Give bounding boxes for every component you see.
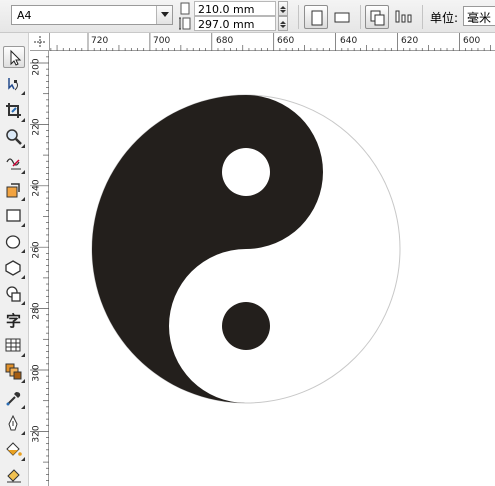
- vruler-label: 200: [31, 58, 42, 76]
- page-width-row: 210.0 mm: [178, 1, 290, 16]
- hruler-label: 660: [277, 36, 295, 46]
- horizontal-ruler[interactable]: 720 700 680 660 640 620 600: [50, 33, 495, 51]
- pointer-icon: [10, 49, 22, 66]
- smart-fill-tool[interactable]: [3, 179, 25, 201]
- rectangle-tool[interactable]: [3, 205, 25, 227]
- page-height-icon: [179, 17, 191, 30]
- eyedropper-tool[interactable]: [3, 387, 25, 409]
- property-bar: A4 210.0 mm 297.0 mm 单位: 毫米: [0, 0, 495, 33]
- vruler-label: 220: [31, 118, 42, 136]
- vruler-label: 240: [31, 179, 42, 197]
- zoom-tool[interactable]: [3, 126, 25, 148]
- all-pages-button[interactable]: [365, 5, 389, 29]
- fill-tool[interactable]: [3, 439, 25, 461]
- vruler-label: 320: [31, 425, 42, 443]
- units-dropdown[interactable]: 毫米: [463, 6, 495, 26]
- horizontal-ruler-ticks: [50, 33, 491, 51]
- text-tool-glyph: 字: [6, 312, 22, 330]
- polygon-tool[interactable]: [3, 257, 25, 279]
- height-spinner[interactable]: [278, 16, 288, 31]
- units-label: 单位:: [430, 11, 459, 25]
- current-page-button[interactable]: [391, 5, 415, 29]
- interactive-blend-tool[interactable]: [3, 361, 25, 383]
- toolbar-separator: [360, 5, 361, 29]
- hruler-label: 700: [153, 36, 171, 46]
- page-height-row: 297.0 mm: [178, 16, 290, 31]
- current-page-icon: [395, 10, 412, 23]
- crop-tool[interactable]: [3, 100, 25, 122]
- page-width-field[interactable]: 210.0 mm: [194, 1, 276, 16]
- landscape-icon: [334, 12, 350, 23]
- units-value: 毫米: [467, 11, 492, 25]
- toolbar-separator: [298, 5, 299, 29]
- interactive-fill-tool[interactable]: [3, 464, 25, 486]
- toolbar-separator: [422, 5, 423, 29]
- ruler-origin-icon: [34, 36, 46, 48]
- portrait-icon: [311, 10, 323, 26]
- outline-pen-tool[interactable]: [3, 413, 25, 435]
- paper-size-value: A4: [17, 9, 32, 22]
- ruler-origin[interactable]: [30, 33, 50, 51]
- drawing-canvas[interactable]: [50, 52, 495, 486]
- landscape-button[interactable]: [330, 5, 354, 29]
- vruler-label: 280: [31, 302, 42, 320]
- yin-yang-symbol[interactable]: [50, 52, 495, 486]
- toolbox: 字: [0, 33, 29, 486]
- hruler-label: 640: [340, 36, 358, 46]
- text-tool[interactable]: 字: [3, 309, 25, 331]
- vertical-ruler-ticks: [30, 56, 49, 481]
- vruler-label: 300: [31, 364, 42, 382]
- hruler-label: 680: [216, 36, 234, 46]
- page-height-field[interactable]: 297.0 mm: [194, 16, 276, 31]
- hruler-label: 720: [91, 36, 109, 46]
- page-width-icon: [180, 2, 190, 15]
- width-spinner[interactable]: [278, 1, 288, 16]
- portrait-button[interactable]: [304, 5, 328, 29]
- chevron-down-icon[interactable]: [156, 6, 172, 24]
- vruler-label: 260: [31, 241, 42, 259]
- interactive-fill-icon: [7, 469, 21, 483]
- ellipse-tool[interactable]: [3, 231, 25, 253]
- shape-tool[interactable]: [3, 73, 25, 95]
- paper-size-dropdown[interactable]: A4: [11, 5, 173, 25]
- all-pages-icon: [370, 10, 385, 26]
- hruler-label: 600: [463, 36, 481, 46]
- vertical-ruler[interactable]: 200 220 240 260 280 300 320: [30, 51, 49, 486]
- hruler-label: 620: [401, 36, 419, 46]
- table-tool[interactable]: [3, 335, 25, 357]
- freehand-tool[interactable]: [3, 152, 25, 174]
- pick-tool[interactable]: [3, 46, 25, 68]
- basic-shapes-tool[interactable]: [3, 283, 25, 305]
